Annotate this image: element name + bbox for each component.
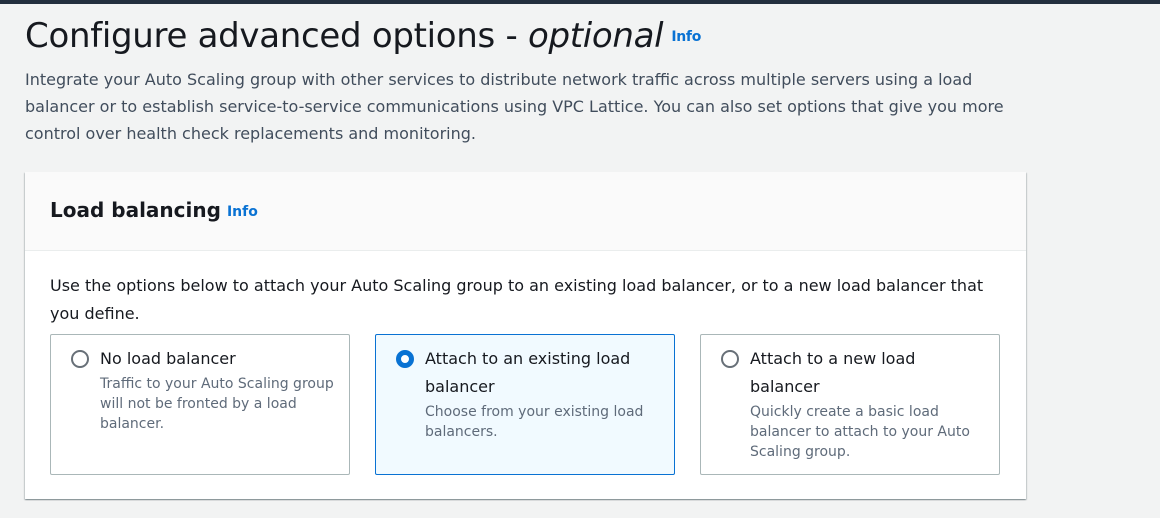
tile-existing-load-balancer[interactable]: Attach to an existing load balancer Choo… (375, 334, 675, 475)
radio-icon[interactable] (396, 350, 414, 368)
tile-label: No load balancer (100, 349, 236, 368)
load-balancing-container: Load balancing Info Use the options below… (25, 172, 1026, 499)
page-title-optional: optional (527, 16, 664, 56)
load-balancing-description: Use the options below to attach your Aut… (50, 276, 984, 323)
tile-text: Attach to a new load balancer Quickly cr… (750, 345, 987, 474)
load-balancing-title: Load balancing Info (50, 197, 1001, 225)
tile-label: Attach to an existing load balancer (425, 349, 631, 396)
load-balancing-header: Load balancing Info (25, 172, 1026, 251)
tile-no-load-balancer[interactable]: No load balancer Traffic to your Auto Sc… (50, 334, 350, 475)
tile-text: No load balancer Traffic to your Auto Sc… (100, 345, 337, 474)
load-balancing-title-text: Load balancing (50, 198, 221, 222)
page-title-main: Configure advanced options - (25, 16, 528, 56)
tile-description: Traffic to your Auto Scaling group will … (100, 376, 334, 432)
tile-description: Choose from your existing load balancers… (425, 404, 644, 440)
page-title: Configure advanced options - optional Inf… (25, 14, 1025, 60)
load-balancing-body: Use the options below to attach your Aut… (25, 251, 1026, 475)
tile-text: Attach to an existing load balancer Choo… (425, 345, 662, 474)
radio-icon[interactable] (71, 350, 89, 368)
tile-label: Attach to a new load balancer (750, 349, 916, 396)
tile-description: Quickly create a basic load balancer to … (750, 404, 970, 460)
top-navigation-bar (0, 0, 1160, 4)
load-balancing-info-link[interactable]: Info (227, 204, 258, 220)
page-header: Configure advanced options - optional Inf… (25, 14, 1025, 147)
page-info-link[interactable]: Info (671, 29, 701, 45)
radio-icon[interactable] (721, 350, 739, 368)
tile-new-load-balancer[interactable]: Attach to a new load balancer Quickly cr… (700, 334, 1000, 475)
load-balancer-options: No load balancer Traffic to your Auto Sc… (50, 334, 1001, 475)
page-description: Integrate your Auto Scaling group with o… (25, 69, 1004, 143)
